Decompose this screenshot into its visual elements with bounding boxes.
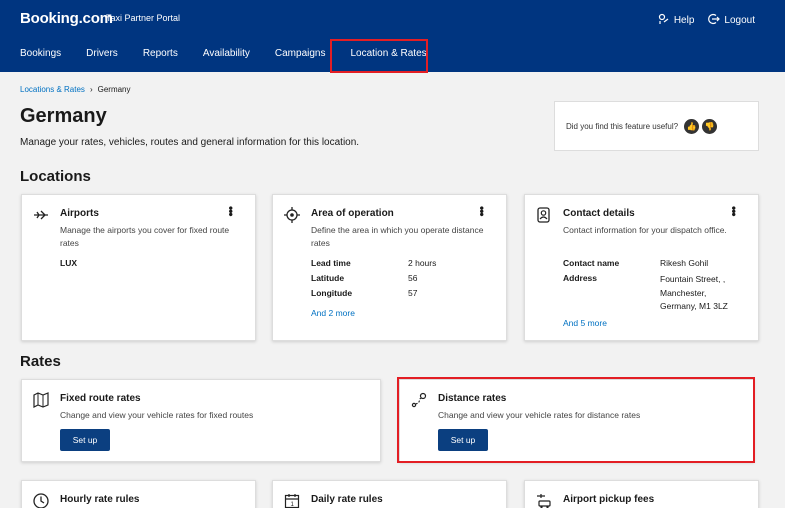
- area-key: Longitude: [311, 288, 353, 298]
- logout-label: Logout: [724, 15, 755, 26]
- distance-highlight-box: [397, 377, 755, 463]
- clock-icon: [32, 492, 50, 508]
- tab-drivers[interactable]: Drivers: [86, 48, 118, 59]
- page-title: Germany: [20, 105, 107, 127]
- contact-card: Contact details ••• Contact information …: [524, 194, 759, 341]
- tab-availability[interactable]: Availability: [203, 48, 250, 59]
- help-link[interactable]: Help: [658, 13, 695, 28]
- contact-value: Rikesh Gohil: [660, 258, 709, 268]
- airports-desc: Manage the airports you cover for fixed …: [60, 225, 230, 248]
- page-subtitle: Manage your rates, vehicles, routes and …: [20, 137, 360, 148]
- contact-row-name: Contact name Rikesh Gohil: [563, 258, 708, 268]
- more-options-icon[interactable]: •••: [727, 206, 741, 216]
- pickup-title: Airport pickup fees: [563, 494, 655, 505]
- breadcrumb-current: Germany: [97, 85, 131, 94]
- thumbs-up-icon[interactable]: 👍: [684, 118, 700, 134]
- airport-taxi-icon: [535, 492, 553, 508]
- more-options-icon[interactable]: •••: [475, 206, 489, 216]
- daily-title: Daily rate rules: [311, 494, 383, 505]
- area-value: 2 hours: [408, 258, 437, 268]
- area-key: Lead time: [311, 258, 351, 268]
- top-actions: Help Logout: [658, 13, 755, 28]
- hourly-card: Hourly rate rules: [21, 480, 256, 508]
- area-more-link[interactable]: And 2 more: [311, 308, 355, 318]
- area-value: 57: [408, 288, 418, 298]
- area-row-longitude: Longitude 57: [311, 288, 417, 298]
- feedback-question: Did you find this feature useful?: [566, 121, 679, 131]
- contact-title: Contact details: [563, 208, 635, 219]
- area-title: Area of operation: [311, 208, 394, 219]
- contact-key: Address: [563, 273, 598, 283]
- breadcrumb-parent[interactable]: Locations & Rates: [20, 85, 85, 94]
- breadcrumb: Locations & Rates › Germany: [20, 85, 131, 94]
- area-card: Area of operation ••• Define the area in…: [272, 194, 507, 341]
- address-line: Germany, M1 3LZ: [660, 301, 728, 311]
- pickup-card: Airport pickup fees: [524, 480, 759, 508]
- more-options-icon[interactable]: •••: [224, 206, 238, 216]
- airports-value: LUX: [60, 258, 77, 268]
- logout-link[interactable]: Logout: [708, 13, 755, 28]
- tab-campaigns[interactable]: Campaigns: [275, 48, 326, 59]
- area-value: 56: [408, 273, 418, 283]
- map-route-icon: [32, 391, 50, 409]
- calendar-icon: 1: [283, 492, 301, 508]
- logout-icon: [708, 13, 721, 28]
- contact-row-address: Address Fountain Street, , Manchester, G…: [563, 273, 728, 314]
- contact-card-icon: [535, 206, 553, 224]
- airports-card: Airports ••• Manage the airports you cov…: [21, 194, 256, 341]
- fixed-desc: Change and view your vehicle rates for f…: [60, 410, 254, 420]
- tab-reports[interactable]: Reports: [143, 48, 178, 59]
- address-line: Manchester,: [660, 287, 707, 298]
- airports-title: Airports: [60, 208, 99, 219]
- feedback-thumbs: 👍 👎: [684, 118, 718, 134]
- area-key: Latitude: [311, 273, 345, 283]
- target-icon: [283, 206, 301, 224]
- nav-highlight-box: [330, 39, 428, 73]
- brand-subtitle: Taxi Partner Portal: [106, 13, 181, 23]
- fixed-title: Fixed route rates: [60, 393, 141, 404]
- contact-more-link[interactable]: And 5 more: [563, 318, 607, 328]
- chevron-right-icon: ›: [89, 85, 93, 94]
- contact-desc: Contact information for your dispatch of…: [563, 225, 727, 235]
- help-icon: [658, 13, 670, 28]
- hourly-title: Hourly rate rules: [60, 494, 140, 505]
- locations-heading: Locations: [20, 168, 91, 185]
- daily-card: 1 Daily rate rules: [272, 480, 507, 508]
- area-desc: Define the area in which you operate dis…: [311, 225, 484, 248]
- feedback-box: Did you find this feature useful? 👍 👎: [554, 101, 759, 151]
- area-row-lead-time: Lead time 2 hours: [311, 258, 436, 268]
- brand-logo[interactable]: Booking.com: [20, 10, 113, 27]
- contact-key: Contact name: [563, 258, 620, 268]
- fixed-route-card: Fixed route rates Change and view your v…: [21, 379, 381, 462]
- airports-value-row: LUX: [60, 258, 157, 268]
- plane-icon: [32, 206, 50, 224]
- area-row-latitude: Latitude 56: [311, 273, 417, 283]
- rates-heading: Rates: [20, 353, 61, 370]
- help-label: Help: [673, 15, 695, 26]
- tab-bookings[interactable]: Bookings: [20, 48, 61, 59]
- thumbs-down-icon[interactable]: 👎: [702, 118, 718, 134]
- contact-address: Fountain Street, , Manchester, Germany, …: [660, 273, 728, 314]
- address-line: Fountain Street, ,: [660, 274, 726, 284]
- fixed-setup-button[interactable]: Set up: [60, 429, 110, 451]
